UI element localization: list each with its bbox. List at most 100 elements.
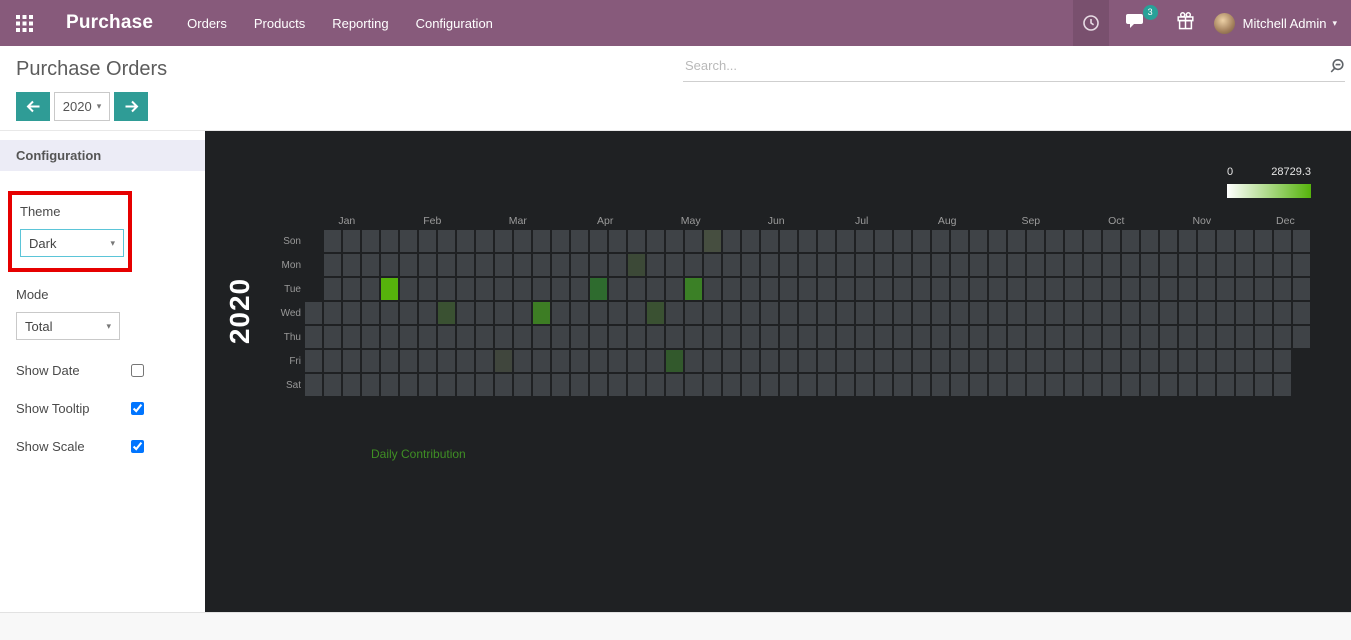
- next-year-button[interactable]: [114, 92, 148, 121]
- heatmap-cell[interactable]: [609, 254, 626, 276]
- heatmap-cell[interactable]: [1236, 302, 1253, 324]
- heatmap-cell[interactable]: [438, 302, 455, 324]
- heatmap-cell[interactable]: [970, 302, 987, 324]
- heatmap-cell[interactable]: [1179, 326, 1196, 348]
- heatmap-cell[interactable]: [742, 350, 759, 372]
- heatmap-cell[interactable]: [1198, 278, 1215, 300]
- heatmap-cell[interactable]: [1103, 326, 1120, 348]
- heatmap-cell[interactable]: [894, 278, 911, 300]
- messages-icon[interactable]: 3: [1125, 4, 1158, 35]
- heatmap-cell[interactable]: [457, 374, 474, 396]
- heatmap-cell[interactable]: [1274, 254, 1291, 276]
- heatmap-cell[interactable]: [400, 350, 417, 372]
- heatmap-cell[interactable]: [780, 230, 797, 252]
- heatmap-cell[interactable]: [305, 350, 322, 372]
- theme-select[interactable]: Dark ▾: [20, 229, 124, 257]
- heatmap-cell[interactable]: [628, 350, 645, 372]
- heatmap-cell[interactable]: [761, 350, 778, 372]
- previous-year-button[interactable]: [16, 92, 50, 121]
- heatmap-cell[interactable]: [438, 278, 455, 300]
- heatmap-cell[interactable]: [1179, 230, 1196, 252]
- heatmap-cell[interactable]: [1179, 254, 1196, 276]
- heatmap-cell[interactable]: [799, 326, 816, 348]
- heatmap-cell[interactable]: [1141, 350, 1158, 372]
- heatmap-cell[interactable]: [1255, 326, 1272, 348]
- heatmap-cell[interactable]: [818, 326, 835, 348]
- heatmap-cell[interactable]: [495, 302, 512, 324]
- heatmap-cell[interactable]: [970, 374, 987, 396]
- heatmap-cell[interactable]: [1084, 374, 1101, 396]
- heatmap-cell[interactable]: [685, 278, 702, 300]
- show-tooltip-checkbox[interactable]: [131, 402, 144, 415]
- heatmap-cell[interactable]: [666, 278, 683, 300]
- heatmap-cell[interactable]: [419, 326, 436, 348]
- heatmap-cell[interactable]: [704, 254, 721, 276]
- heatmap-cell[interactable]: [1008, 254, 1025, 276]
- heatmap-cell[interactable]: [1065, 254, 1082, 276]
- heatmap-cell[interactable]: [571, 326, 588, 348]
- heatmap-cell[interactable]: [799, 254, 816, 276]
- heatmap-cell[interactable]: [913, 374, 930, 396]
- heatmap-cell[interactable]: [1198, 350, 1215, 372]
- heatmap-cell[interactable]: [932, 278, 949, 300]
- heatmap-cell[interactable]: [381, 350, 398, 372]
- heatmap-cell[interactable]: [1160, 302, 1177, 324]
- heatmap-cell[interactable]: [1255, 230, 1272, 252]
- heatmap-cell[interactable]: [590, 254, 607, 276]
- heatmap-cell[interactable]: [1198, 326, 1215, 348]
- heatmap-cell[interactable]: [1084, 254, 1101, 276]
- heatmap-cell[interactable]: [1217, 254, 1234, 276]
- heatmap-cell[interactable]: [438, 326, 455, 348]
- heatmap-cell[interactable]: [1293, 278, 1310, 300]
- heatmap-cell[interactable]: [799, 350, 816, 372]
- heatmap-cell[interactable]: [552, 302, 569, 324]
- heatmap-cell[interactable]: [438, 374, 455, 396]
- heatmap-cell[interactable]: [362, 230, 379, 252]
- heatmap-cell[interactable]: [419, 374, 436, 396]
- heatmap-cell[interactable]: [951, 374, 968, 396]
- heatmap-cell[interactable]: [685, 374, 702, 396]
- heatmap-cell[interactable]: [476, 230, 493, 252]
- heatmap-cell[interactable]: [894, 254, 911, 276]
- heatmap-cell[interactable]: [666, 302, 683, 324]
- heatmap-cell[interactable]: [1255, 302, 1272, 324]
- heatmap-cell[interactable]: [476, 278, 493, 300]
- heatmap-cell[interactable]: [780, 278, 797, 300]
- heatmap-cell[interactable]: [837, 230, 854, 252]
- heatmap-cell[interactable]: [1065, 302, 1082, 324]
- heatmap-cell[interactable]: [742, 374, 759, 396]
- heatmap-cell[interactable]: [913, 326, 930, 348]
- heatmap-cell[interactable]: [1084, 302, 1101, 324]
- heatmap-cell[interactable]: [324, 230, 341, 252]
- heatmap-cell[interactable]: [324, 350, 341, 372]
- heatmap-cell[interactable]: [1065, 230, 1082, 252]
- heatmap-cell[interactable]: [343, 374, 360, 396]
- heatmap-cell[interactable]: [552, 350, 569, 372]
- heatmap-cell[interactable]: [875, 374, 892, 396]
- heatmap-cell[interactable]: [438, 350, 455, 372]
- heatmap-cell[interactable]: [799, 230, 816, 252]
- heatmap-cell[interactable]: [875, 254, 892, 276]
- heatmap-cell[interactable]: [1065, 278, 1082, 300]
- heatmap-cell[interactable]: [1198, 254, 1215, 276]
- heatmap-cell[interactable]: [837, 350, 854, 372]
- heatmap-cell[interactable]: [457, 230, 474, 252]
- heatmap-cell[interactable]: [742, 302, 759, 324]
- heatmap-cell[interactable]: [875, 350, 892, 372]
- heatmap-cell[interactable]: [1027, 302, 1044, 324]
- heatmap-cell[interactable]: [1274, 278, 1291, 300]
- heatmap-cell[interactable]: [761, 326, 778, 348]
- heatmap-cell[interactable]: [818, 302, 835, 324]
- heatmap-cell[interactable]: [609, 326, 626, 348]
- heatmap-cell[interactable]: [932, 374, 949, 396]
- heatmap-cell[interactable]: [799, 374, 816, 396]
- heatmap-cell[interactable]: [571, 350, 588, 372]
- heatmap-cell[interactable]: [723, 326, 740, 348]
- heatmap-cell[interactable]: [476, 326, 493, 348]
- heatmap-cell[interactable]: [1065, 326, 1082, 348]
- heatmap-cell[interactable]: [932, 230, 949, 252]
- heatmap-cell[interactable]: [1217, 326, 1234, 348]
- heatmap-cell[interactable]: [438, 230, 455, 252]
- heatmap-cell[interactable]: [590, 302, 607, 324]
- heatmap-cell[interactable]: [476, 350, 493, 372]
